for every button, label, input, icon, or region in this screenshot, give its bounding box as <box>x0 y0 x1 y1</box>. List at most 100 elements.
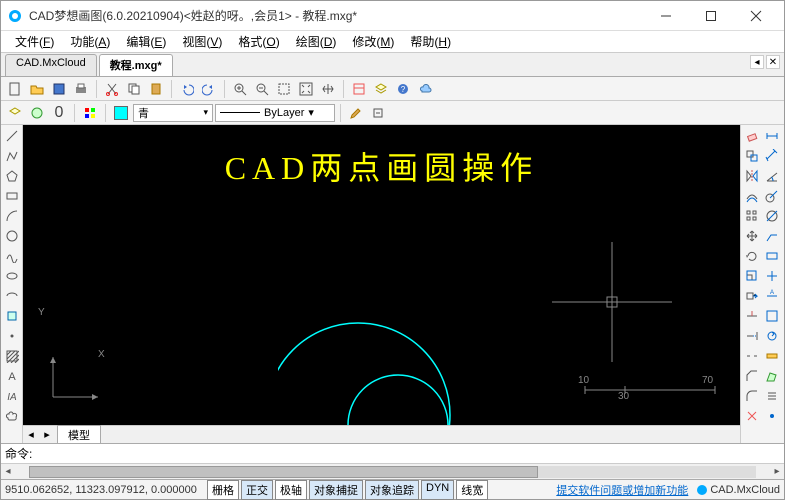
break-icon[interactable] <box>743 347 761 365</box>
hatch-icon[interactable] <box>3 347 21 365</box>
scale-icon[interactable] <box>743 267 761 285</box>
status-toggle[interactable]: 对象捕捉 <box>309 480 363 500</box>
list-icon[interactable] <box>763 387 781 405</box>
layer-select[interactable]: 青 ▾ <box>133 104 213 122</box>
copy-icon[interactable] <box>124 79 144 99</box>
offset-icon[interactable] <box>743 187 761 205</box>
color-pick-icon[interactable] <box>80 103 100 123</box>
dim-edit-icon[interactable]: A <box>763 287 781 305</box>
menu-a[interactable]: 功能(A) <box>62 31 118 52</box>
menu-f[interactable]: 文件(F) <box>7 31 62 52</box>
redo-icon[interactable] <box>199 79 219 99</box>
zoom-in-icon[interactable] <box>230 79 250 99</box>
line-icon[interactable] <box>3 127 21 145</box>
document-tab[interactable]: CAD.MxCloud <box>5 54 97 76</box>
minimize-button[interactable] <box>643 1 688 31</box>
polygon-icon[interactable] <box>3 167 21 185</box>
scroll-track[interactable] <box>29 466 756 478</box>
cut-icon[interactable] <box>102 79 122 99</box>
dim-linear-icon[interactable] <box>763 127 781 145</box>
maximize-button[interactable] <box>688 1 733 31</box>
tabs-prev[interactable]: ◂ <box>750 55 764 69</box>
menu-d[interactable]: 绘图(D) <box>288 31 345 52</box>
help-icon[interactable]: ? <box>393 79 413 99</box>
cloud-icon[interactable] <box>415 79 435 99</box>
paste-icon[interactable] <box>146 79 166 99</box>
undo-icon[interactable] <box>177 79 197 99</box>
layer-0-icon[interactable]: 0 <box>49 103 69 123</box>
stretch-icon[interactable] <box>743 287 761 305</box>
scroll-left[interactable]: ◂ <box>1 464 15 479</box>
dim-style-icon[interactable] <box>763 307 781 325</box>
dim-angular-icon[interactable] <box>763 167 781 185</box>
layout-next[interactable]: ▸ <box>39 427 55 443</box>
feedback-link[interactable]: 提交软件问题或增加新功能 <box>556 482 688 498</box>
status-toggle[interactable]: 栅格 <box>207 480 239 500</box>
rotate-icon[interactable] <box>743 247 761 265</box>
dim-diameter-icon[interactable] <box>763 207 781 225</box>
arc-icon[interactable] <box>3 207 21 225</box>
rectangle-icon[interactable] <box>3 187 21 205</box>
fillet-icon[interactable] <box>743 387 761 405</box>
area-icon[interactable] <box>763 367 781 385</box>
command-input[interactable] <box>36 447 780 461</box>
center-mark-icon[interactable] <box>763 267 781 285</box>
leader-icon[interactable] <box>763 227 781 245</box>
match-icon[interactable] <box>368 103 388 123</box>
erase-icon[interactable] <box>743 127 761 145</box>
linetype-select[interactable]: ByLayer ▾ <box>215 104 335 122</box>
insert-block-icon[interactable] <box>3 307 21 325</box>
status-toggle[interactable]: 对象追踪 <box>365 480 419 500</box>
scroll-right[interactable]: ▸ <box>770 464 784 479</box>
explode-icon[interactable] <box>743 407 761 425</box>
pan-icon[interactable] <box>318 79 338 99</box>
entity-info-icon[interactable] <box>27 103 47 123</box>
text-icon[interactable]: A <box>3 367 21 385</box>
menu-v[interactable]: 视图(V) <box>174 31 230 52</box>
current-color-swatch[interactable] <box>114 106 128 120</box>
status-toggle[interactable]: 极轴 <box>275 480 307 500</box>
id-point-icon[interactable] <box>763 407 781 425</box>
move-icon[interactable] <box>743 227 761 245</box>
menu-o[interactable]: 格式(O) <box>230 31 287 52</box>
point-icon[interactable] <box>3 327 21 345</box>
save-icon[interactable] <box>49 79 69 99</box>
copy-obj-icon[interactable] <box>743 147 761 165</box>
properties-icon[interactable] <box>349 79 369 99</box>
status-toggle[interactable]: 线宽 <box>456 480 488 500</box>
mirror-icon[interactable] <box>743 167 761 185</box>
dim-aligned-icon[interactable] <box>763 147 781 165</box>
brush-icon[interactable] <box>346 103 366 123</box>
zoom-extents-icon[interactable] <box>296 79 316 99</box>
zoom-window-icon[interactable] <box>274 79 294 99</box>
document-tab[interactable]: 教程.mxg* <box>99 54 173 76</box>
chamfer-icon[interactable] <box>743 367 761 385</box>
open-file-icon[interactable] <box>27 79 47 99</box>
ellipse-icon[interactable] <box>3 267 21 285</box>
mtext-icon[interactable]: IA <box>3 387 21 405</box>
menu-e[interactable]: 编辑(E) <box>118 31 174 52</box>
tabs-close[interactable]: ✕ <box>766 55 780 69</box>
circle-icon[interactable] <box>3 227 21 245</box>
dim-radius-icon[interactable] <box>763 187 781 205</box>
cloud-mark-icon[interactable] <box>3 407 21 425</box>
layer-manage-icon[interactable] <box>5 103 25 123</box>
ellipse-arc-icon[interactable] <box>3 287 21 305</box>
layout-tab-model[interactable]: 模型 <box>57 425 101 445</box>
spline-icon[interactable] <box>3 247 21 265</box>
drawing-canvas[interactable]: CAD两点画圆操作 Y X <box>23 125 740 425</box>
print-icon[interactable] <box>71 79 91 99</box>
status-toggle[interactable]: DYN <box>421 480 454 500</box>
zoom-out-icon[interactable] <box>252 79 272 99</box>
new-file-icon[interactable] <box>5 79 25 99</box>
menu-m[interactable]: 修改(M) <box>344 31 402 52</box>
scroll-thumb[interactable] <box>29 466 538 478</box>
measure-icon[interactable] <box>763 347 781 365</box>
menu-h[interactable]: 帮助(H) <box>402 31 459 52</box>
tolerance-icon[interactable] <box>763 247 781 265</box>
status-toggle[interactable]: 正交 <box>241 480 273 500</box>
layout-prev[interactable]: ◂ <box>23 427 39 443</box>
extend-icon[interactable] <box>743 327 761 345</box>
polyline-icon[interactable] <box>3 147 21 165</box>
array-icon[interactable] <box>743 207 761 225</box>
